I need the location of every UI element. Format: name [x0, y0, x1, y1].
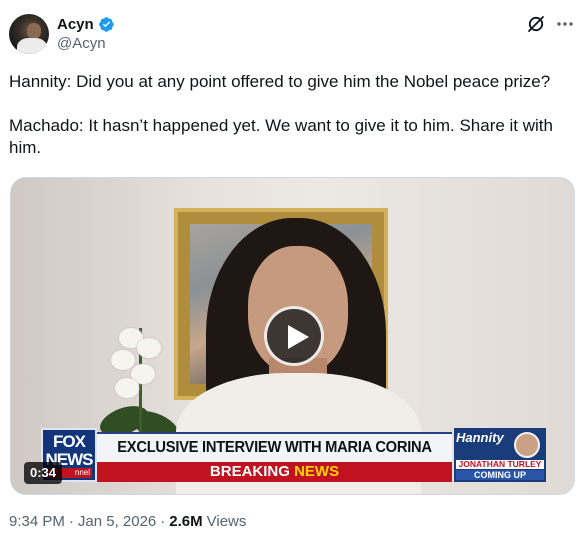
show-promo: Hannity JONATHAN TURLEY COMING UP [454, 428, 546, 482]
avatar-face [27, 23, 41, 39]
orchid-flower [111, 350, 135, 370]
guest-name: JONATHAN TURLEY [456, 460, 544, 469]
tweet-meta: 9:34 PM · Jan 5, 2026 · 2.6M Views [9, 513, 246, 530]
author-handle[interactable]: @Acyn [57, 35, 106, 52]
more-icon[interactable] [555, 16, 575, 32]
meta-separator: · [160, 513, 166, 530]
guest-photo [514, 432, 540, 458]
video-duration: 0:34 [24, 462, 63, 484]
author-name-row: Acyn [57, 14, 115, 34]
show-name: Hannity [456, 430, 504, 445]
tweet-paragraph: Machado: It hasn’t happened yet. We want… [9, 116, 553, 157]
play-button[interactable] [264, 306, 324, 366]
coming-up-label: COMING UP [456, 470, 544, 480]
orchid-flower [137, 338, 161, 358]
breaking-label: BREAKING [209, 463, 290, 480]
verified-badge-icon [98, 16, 114, 32]
tweet-card: Acyn @Acyn Hannity: Did you at any point… [0, 0, 587, 540]
tweet-paragraph: Hannity: Did you at any point offered to… [9, 72, 551, 91]
grok-icon[interactable] [526, 14, 546, 34]
views-count: 2.6M [169, 513, 203, 530]
breaking-news-text: BREAKING NEWS [97, 462, 452, 482]
play-icon [288, 325, 309, 349]
views-label: Views [206, 513, 247, 530]
breaking-news-bar: BREAKING NEWS [97, 462, 452, 482]
news-label: NEWS [294, 463, 340, 480]
orchid-flower [115, 378, 139, 398]
post-date[interactable]: Jan 5, 2026 [78, 513, 156, 530]
network-line-1: FOX [53, 432, 86, 451]
chyron-title-bar: EXCLUSIVE INTERVIEW WITH MARIA CORINA MA… [97, 432, 452, 484]
tweet-text: Hannity: Did you at any point offered to… [9, 71, 577, 181]
avatar-body [17, 38, 47, 54]
chyron-title: EXCLUSIVE INTERVIEW WITH MARIA CORINA MA… [117, 439, 432, 484]
meta-separator: · [68, 513, 74, 530]
author-name[interactable]: Acyn [57, 16, 94, 33]
video-player[interactable]: FOX NEWS nnel EXCLUSIVE INTERVIEW WITH M… [10, 177, 575, 495]
post-time[interactable]: 9:34 PM [9, 513, 65, 530]
avatar[interactable] [9, 14, 49, 54]
